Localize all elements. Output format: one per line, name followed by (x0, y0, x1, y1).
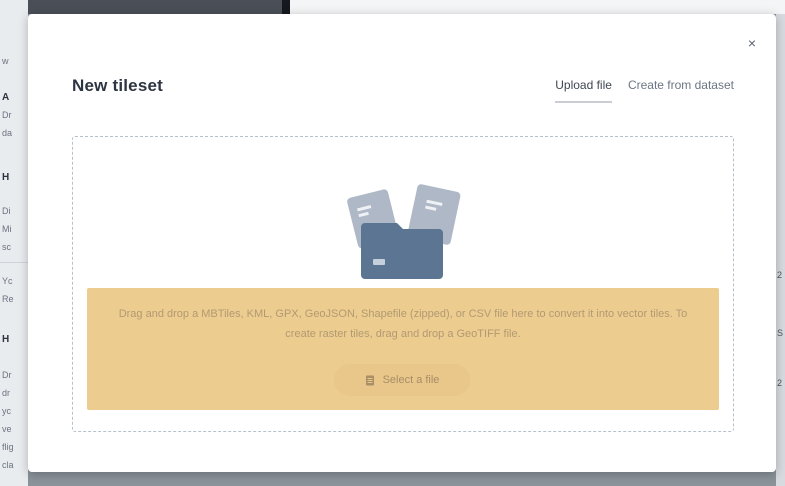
bg-text: dr (2, 388, 11, 398)
background-page-left: w A Dr da H Di Mi sc Yc Re H Dr dr yc ve… (0, 0, 28, 486)
bg-text: S (777, 328, 784, 338)
files-folder-illustration (347, 184, 461, 279)
bg-text: 2 (777, 270, 783, 280)
tab-bar: Upload file Create from dataset (555, 78, 734, 103)
dropzone-message: Drag and drop a MBTiles, KML, GPX, GeoJS… (118, 308, 688, 340)
bg-text: flig (2, 442, 14, 452)
background-page-bottom (28, 472, 776, 486)
background-page-top (28, 0, 785, 14)
select-file-button[interactable]: Select a file (334, 364, 470, 396)
new-tileset-modal: × New tileset Upload file Create from da… (28, 14, 776, 472)
bg-text: sc (2, 242, 11, 252)
file-dropzone[interactable]: Drag and drop a MBTiles, KML, GPX, GeoJS… (72, 136, 734, 432)
bg-text: Re (2, 294, 14, 304)
bg-text: cla (2, 460, 14, 470)
tab-create-from-dataset[interactable]: Create from dataset (628, 78, 734, 103)
bg-text: yc (2, 406, 11, 416)
bg-text: H (2, 172, 10, 183)
select-file-label: Select a file (382, 374, 440, 386)
modal-title: New tileset (72, 76, 164, 95)
upload-notice: Drag and drop a MBTiles, KML, GPX, GeoJS… (87, 288, 719, 410)
bg-divider (282, 0, 290, 14)
bg-text: A (2, 92, 10, 103)
bg-text: Dr (2, 110, 12, 120)
bg-text: ve (2, 424, 12, 434)
bg-text: w (2, 56, 9, 66)
bg-text: Mi (2, 224, 12, 234)
bg-text: da (2, 128, 13, 138)
bg-text: Dr (2, 370, 12, 380)
bg-text: 2 (777, 378, 783, 388)
tab-upload-file[interactable]: Upload file (555, 78, 612, 103)
bg-text: H (2, 334, 10, 345)
file-icon (365, 375, 374, 385)
background-page-right: 2 S 2 (776, 14, 785, 486)
bg-text: Yc (2, 276, 13, 286)
close-icon[interactable]: × (748, 36, 756, 50)
bg-divider (0, 262, 28, 263)
bg-panel (290, 0, 785, 14)
bg-text: Di (2, 206, 11, 216)
